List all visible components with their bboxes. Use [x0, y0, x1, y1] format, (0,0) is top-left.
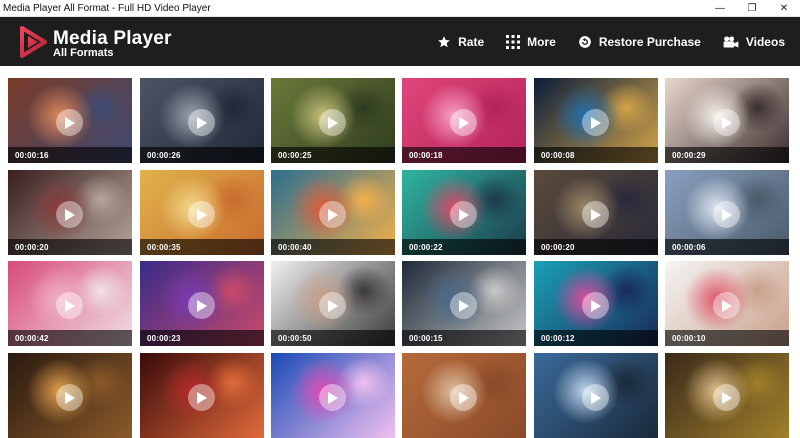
- video-tile[interactable]: 00:00:10: [665, 261, 789, 346]
- play-icon[interactable]: [188, 109, 215, 136]
- video-tile[interactable]: 00:00:22: [402, 170, 526, 255]
- video-tile[interactable]: 00:00:20: [8, 170, 132, 255]
- video-tile[interactable]: 00:00:25: [271, 78, 395, 163]
- minimize-button[interactable]: —: [704, 0, 736, 17]
- video-duration: 00:00:29: [672, 151, 706, 160]
- video-tile[interactable]: 00:00:29: [665, 78, 789, 163]
- video-duration: 00:00:35: [147, 243, 181, 252]
- more-button[interactable]: More: [506, 34, 556, 49]
- grid-dots-icon: [506, 34, 521, 49]
- play-icon[interactable]: [56, 109, 83, 136]
- star-icon: [438, 35, 450, 47]
- restore-purchase-icon: [578, 35, 591, 48]
- play-icon[interactable]: [582, 384, 609, 411]
- video-camera-icon: [723, 35, 739, 48]
- video-tile[interactable]: 00:00:40: [271, 170, 395, 255]
- video-tile[interactable]: [402, 353, 526, 438]
- play-icon[interactable]: [713, 201, 740, 228]
- video-duration: 00:00:42: [15, 334, 49, 343]
- video-tile[interactable]: 00:00:15: [402, 261, 526, 346]
- video-duration: 00:00:10: [672, 334, 706, 343]
- maximize-button[interactable]: ❐: [736, 0, 768, 17]
- video-duration: 00:00:20: [15, 243, 49, 252]
- video-tile[interactable]: 00:00:50: [271, 261, 395, 346]
- close-button[interactable]: ✕: [768, 0, 800, 17]
- play-icon[interactable]: [319, 201, 346, 228]
- video-tile[interactable]: 00:00:18: [402, 78, 526, 163]
- video-tile[interactable]: 00:00:35: [140, 170, 264, 255]
- video-duration: 00:00:18: [409, 151, 443, 160]
- video-tile[interactable]: 00:00:23: [140, 261, 264, 346]
- video-tile[interactable]: 00:00:12: [534, 261, 658, 346]
- play-icon[interactable]: [582, 201, 609, 228]
- video-tile[interactable]: 00:00:26: [140, 78, 264, 163]
- window-title: Media Player All Format - Full HD Video …: [3, 2, 211, 14]
- play-icon[interactable]: [56, 384, 83, 411]
- video-duration: 00:00:40: [278, 243, 312, 252]
- play-icon[interactable]: [319, 109, 346, 136]
- window-titlebar: Media Player All Format - Full HD Video …: [0, 0, 800, 17]
- video-duration: 00:00:16: [15, 151, 49, 160]
- video-duration: 00:00:25: [278, 151, 312, 160]
- play-icon[interactable]: [188, 384, 215, 411]
- rate-label: Rate: [458, 34, 485, 49]
- app-header: Media Player All Formats Rate More Resto…: [0, 17, 800, 66]
- brand: Media Player All Formats: [53, 29, 172, 59]
- video-tile[interactable]: 00:00:08: [534, 78, 658, 163]
- play-icon[interactable]: [713, 384, 740, 411]
- video-duration: 00:00:23: [147, 334, 181, 343]
- play-icon[interactable]: [582, 109, 609, 136]
- play-icon[interactable]: [713, 109, 740, 136]
- video-duration: 00:00:15: [409, 334, 443, 343]
- video-duration: 00:00:50: [278, 334, 312, 343]
- play-icon[interactable]: [582, 292, 609, 319]
- brand-subtitle: All Formats: [53, 47, 114, 59]
- brand-name: Media Player: [53, 28, 172, 49]
- video-tile[interactable]: 00:00:06: [665, 170, 789, 255]
- video-duration: 00:00:26: [147, 151, 181, 160]
- video-tile[interactable]: [665, 353, 789, 438]
- header-actions: Rate More Restore Purchase Videos: [415, 17, 785, 66]
- play-icon[interactable]: [188, 201, 215, 228]
- video-tile[interactable]: 00:00:20: [534, 170, 658, 255]
- video-duration: 00:00:22: [409, 243, 443, 252]
- video-tile[interactable]: 00:00:16: [8, 78, 132, 163]
- play-icon[interactable]: [450, 292, 477, 319]
- video-duration: 00:00:12: [541, 334, 575, 343]
- play-icon[interactable]: [450, 109, 477, 136]
- app-logo-icon: [20, 26, 47, 58]
- videos-button[interactable]: Videos: [723, 35, 785, 49]
- video-tile[interactable]: 00:00:42: [8, 261, 132, 346]
- video-duration: 00:00:08: [541, 151, 575, 160]
- restore-purchase-button[interactable]: Restore Purchase: [578, 35, 701, 49]
- videos-label: Videos: [745, 34, 785, 49]
- more-label: More: [527, 34, 556, 49]
- video-tile[interactable]: [8, 353, 132, 438]
- video-tile[interactable]: [271, 353, 395, 438]
- play-icon[interactable]: [450, 201, 477, 228]
- video-duration: 00:00:06: [672, 243, 706, 252]
- video-tile[interactable]: [140, 353, 264, 438]
- play-icon[interactable]: [450, 384, 477, 411]
- play-icon[interactable]: [56, 292, 83, 319]
- video-duration: 00:00:20: [541, 243, 575, 252]
- rate-button[interactable]: Rate: [437, 35, 484, 49]
- play-icon[interactable]: [713, 292, 740, 319]
- restore-purchase-label: Restore Purchase: [598, 34, 701, 49]
- video-tile[interactable]: [534, 353, 658, 438]
- play-icon[interactable]: [188, 292, 215, 319]
- play-icon[interactable]: [319, 384, 346, 411]
- play-icon[interactable]: [56, 201, 83, 228]
- play-icon[interactable]: [319, 292, 346, 319]
